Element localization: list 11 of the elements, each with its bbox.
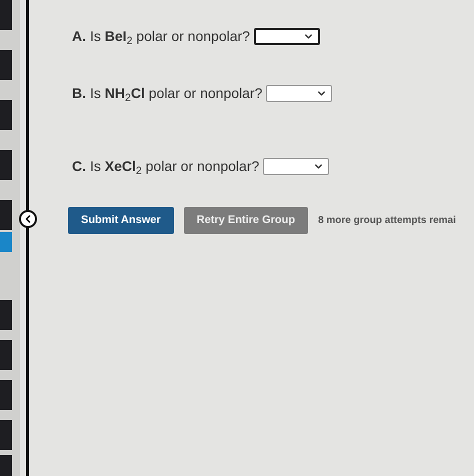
question-text: Is XeCl$_{2}$ polar or nonpolar? [90,157,260,177]
attempts-note: 8 more group attempts remai [318,214,456,228]
question-text: Is NH$_{2}$Cl polar or nonpolar? [90,84,262,104]
answer-dropdown[interactable] [254,28,320,45]
collapse-button[interactable] [19,210,37,228]
submit-button[interactable]: Submit Answer [68,207,174,234]
question-label: B. [72,84,86,103]
question-label: C. [72,157,86,176]
retry-button[interactable]: Retry Entire Group [184,207,308,234]
question-text: Is BeI$_{2}$ polar or nonpolar? [90,27,250,47]
question-label: A. [72,27,86,46]
